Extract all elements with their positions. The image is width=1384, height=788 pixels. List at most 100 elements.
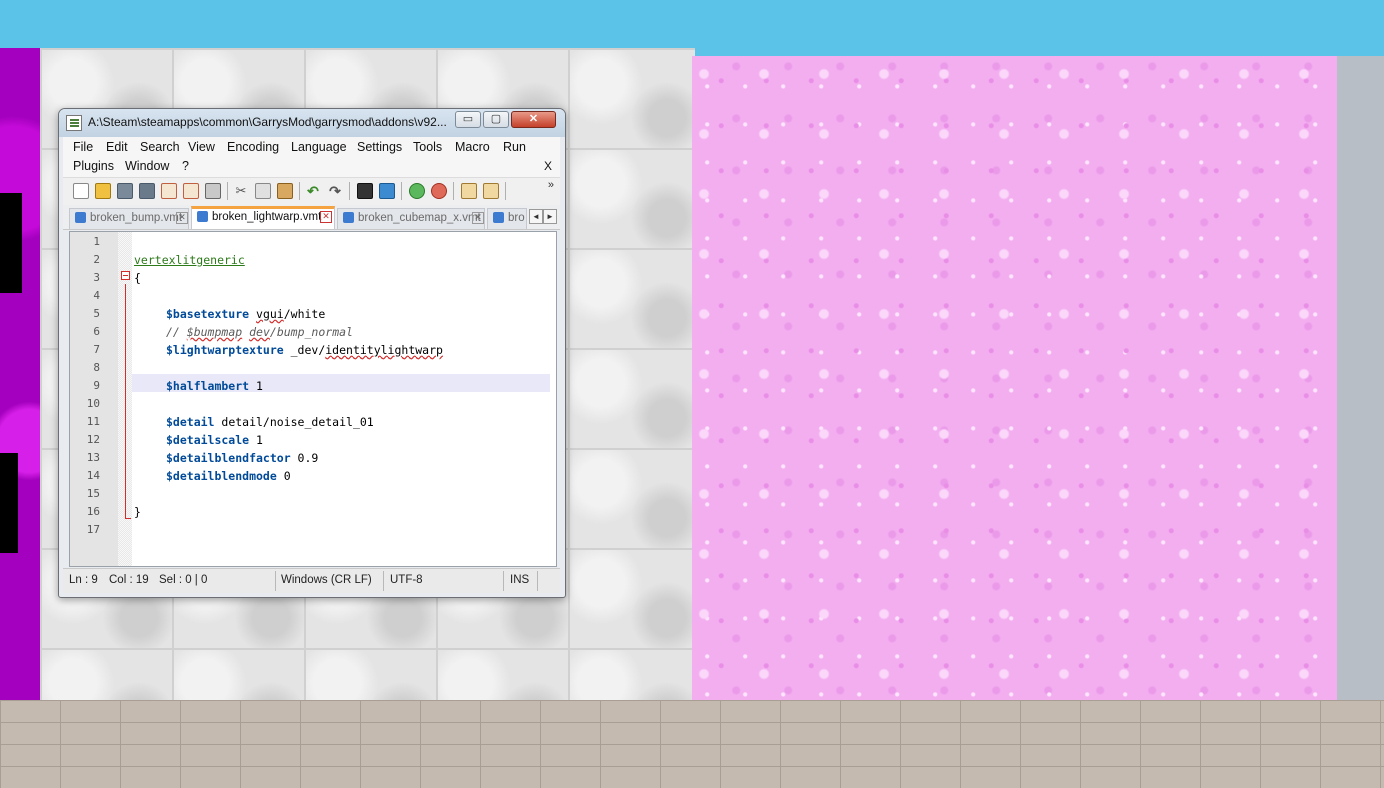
title-bar[interactable]: A:\Steam\steamapps\common\GarrysMod\garr… — [59, 109, 565, 137]
replace-icon[interactable] — [379, 183, 395, 199]
comment-text: $bumpmap — [186, 325, 243, 339]
tab-close-icon[interactable]: ✕ — [320, 211, 332, 223]
shader-name: vertexlitgeneric — [134, 253, 245, 267]
param-value: 1 — [249, 379, 263, 393]
status-separator — [383, 571, 384, 591]
file-icon — [493, 212, 504, 223]
menu-settings[interactable]: Settings — [357, 140, 402, 154]
param-key: $lightwarptexture — [166, 343, 284, 357]
param-key: $halflambert — [166, 379, 250, 393]
close-all-icon[interactable] — [183, 183, 199, 199]
tab-bar: broken_bump.vmt ✕ broken_lightwarp.vmt ✕… — [63, 205, 560, 230]
tab-broken-cubemap-x[interactable]: broken_cubemap_x.vmt ✕ — [337, 208, 485, 229]
tab-close-icon[interactable]: ✕ — [472, 212, 484, 224]
tab-scroll-right-button[interactable]: ► — [543, 209, 557, 224]
maximize-button[interactable]: ▢ — [483, 111, 509, 128]
code-line-13: $detailblendfactor 0.9 — [166, 451, 318, 465]
code-line-6: // $bumpmap dev/bump_normal — [166, 325, 353, 339]
menu-run[interactable]: Run — [503, 140, 526, 154]
file-icon — [197, 211, 208, 222]
sync-horizontal-icon[interactable] — [483, 183, 499, 199]
line-number: 5 — [93, 307, 100, 320]
line-number: 17 — [86, 523, 100, 536]
code-line-9: $halflambert 1 — [166, 379, 263, 393]
notepadpp-window[interactable]: A:\Steam\steamapps\common\GarrysMod\garr… — [58, 108, 566, 598]
tab-close-icon[interactable]: ✕ — [176, 212, 188, 224]
menu-view[interactable]: View — [188, 140, 215, 154]
code-line-16: } — [134, 505, 141, 519]
find-icon[interactable] — [357, 183, 373, 199]
wall-opening — [0, 453, 18, 553]
cut-icon[interactable]: ✂ — [233, 183, 249, 199]
tab-broken-bump[interactable]: broken_bump.vmt ✕ — [69, 208, 189, 229]
minimize-button[interactable]: ▭ — [455, 111, 481, 128]
code-line-2: vertexlitgeneric — [134, 253, 245, 267]
redo-icon[interactable]: ↷ — [327, 183, 343, 199]
param-value: /white — [283, 307, 326, 321]
tab-bro[interactable]: bro — [487, 208, 527, 229]
line-number: 4 — [93, 289, 100, 302]
tiled-floor — [0, 700, 1384, 788]
tab-label: broken_bump.vmt — [90, 212, 183, 224]
copy-icon[interactable] — [255, 183, 271, 199]
print-icon[interactable] — [205, 183, 221, 199]
tab-label: bro — [508, 212, 525, 224]
menu-language[interactable]: Language — [291, 140, 347, 154]
menu-edit[interactable]: Edit — [106, 140, 128, 154]
line-number: 7 — [93, 343, 100, 356]
fold-collapse-icon[interactable] — [121, 271, 130, 280]
status-encoding[interactable]: UTF-8 — [390, 574, 423, 586]
far-wall — [1330, 56, 1384, 706]
open-file-icon[interactable] — [95, 183, 111, 199]
menu-help[interactable]: ? — [182, 159, 189, 173]
status-line: Ln : 9 — [69, 574, 98, 586]
menu-plugins[interactable]: Plugins — [73, 159, 114, 173]
menu-search[interactable]: Search — [140, 140, 180, 154]
undo-icon[interactable]: ↶ — [305, 183, 321, 199]
toolbar-separator — [401, 182, 402, 200]
close-icon[interactable] — [161, 183, 177, 199]
param-value: _dev/ — [283, 343, 326, 357]
pink-textured-wall — [692, 56, 1337, 702]
menu-window[interactable]: Window — [125, 159, 169, 173]
tab-broken-lightwarp[interactable]: broken_lightwarp.vmt ✕ — [191, 206, 335, 229]
file-icon — [343, 212, 354, 223]
line-number: 11 — [86, 415, 100, 428]
zoom-out-icon[interactable] — [431, 183, 447, 199]
line-number: 6 — [93, 325, 100, 338]
toolbar-separator — [505, 182, 506, 200]
close-document-button[interactable]: X — [544, 159, 552, 173]
file-icon — [75, 212, 86, 223]
menu-tools[interactable]: Tools — [413, 140, 442, 154]
toolbar-separator — [227, 182, 228, 200]
line-number: 3 — [93, 271, 100, 284]
status-selection: Sel : 0 | 0 — [159, 574, 208, 586]
zoom-in-icon[interactable] — [409, 183, 425, 199]
line-number: 15 — [86, 487, 100, 500]
new-file-icon[interactable] — [73, 183, 89, 199]
line-number: 13 — [86, 451, 100, 464]
status-separator — [275, 571, 276, 591]
fold-end-marker — [125, 518, 131, 519]
status-eol[interactable]: Windows (CR LF) — [281, 574, 372, 586]
code-editor[interactable]: 1 2 3 4 5 6 7 8 9 10 11 12 13 14 15 16 1… — [69, 231, 557, 567]
param-value: 1 — [249, 433, 263, 447]
tab-scroll-left-button[interactable]: ◄ — [529, 209, 543, 224]
toolbar-separator — [349, 182, 350, 200]
save-all-icon[interactable] — [139, 183, 155, 199]
toolbar-overflow-button[interactable]: » — [548, 179, 554, 191]
code-line-11: $detail detail/noise_detail_01 — [166, 415, 374, 429]
save-icon[interactable] — [117, 183, 133, 199]
param-key: $basetexture — [166, 307, 250, 321]
toolbar-separator — [453, 182, 454, 200]
menu-file[interactable]: File — [73, 140, 93, 154]
line-number: 2 — [93, 253, 100, 266]
close-button[interactable]: ✕ — [511, 111, 556, 128]
code-line-12: $detailscale 1 — [166, 433, 263, 447]
sync-vertical-icon[interactable] — [461, 183, 477, 199]
menu-macro[interactable]: Macro — [455, 140, 490, 154]
menu-encoding[interactable]: Encoding — [227, 140, 279, 154]
paste-icon[interactable] — [277, 183, 293, 199]
toolbar-separator — [299, 182, 300, 200]
fold-range-line — [125, 284, 126, 519]
